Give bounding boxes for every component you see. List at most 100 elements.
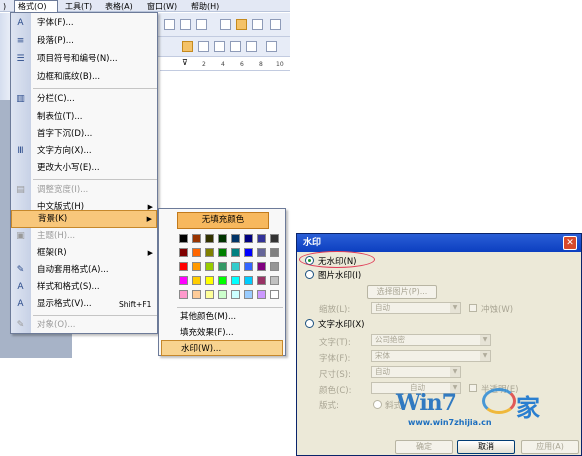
color-swatch[interactable] — [244, 276, 253, 285]
menu-item-styles-formatting[interactable]: A 样式和格式(S)... — [11, 279, 157, 296]
color-swatch[interactable] — [205, 234, 214, 243]
menu-item-text-direction[interactable]: Ⅲ 文字方向(X)... — [11, 143, 157, 160]
line-spacing-icon[interactable] — [266, 41, 277, 52]
font-select[interactable]: 宋体 ▼ — [371, 350, 491, 362]
show-hide-icon[interactable] — [252, 19, 263, 30]
close-icon[interactable]: ✕ — [563, 236, 577, 250]
color-swatch[interactable] — [179, 234, 188, 243]
menu-help[interactable]: 帮助(H) — [188, 1, 222, 12]
color-swatch[interactable] — [179, 276, 188, 285]
menu-item-label: 主题(H)... — [37, 231, 76, 241]
color-swatch[interactable] — [192, 276, 201, 285]
color-swatch[interactable] — [270, 290, 279, 299]
cancel-button[interactable]: 取消 — [457, 440, 515, 454]
menu-item-font[interactable]: A 字体(F)... — [11, 15, 157, 32]
color-swatch[interactable] — [244, 290, 253, 299]
color-swatch[interactable] — [270, 248, 279, 257]
color-swatch[interactable] — [192, 248, 201, 257]
menu-item-reveal-formatting[interactable]: A 显示格式(V)... Shift+F1 — [11, 296, 157, 313]
insert-excel-icon[interactable] — [180, 19, 191, 30]
size-select[interactable]: 自动 ▼ — [371, 366, 461, 378]
color-swatch[interactable] — [231, 248, 240, 257]
fill-effects-item[interactable]: 填充效果(F)... — [161, 325, 283, 341]
layout-label: 版式: — [319, 401, 339, 411]
site-logo: Win7 家 www.win7zhijia.cn — [396, 386, 566, 432]
align-left-icon[interactable] — [182, 41, 193, 52]
zoom-icon[interactable] — [270, 19, 281, 30]
autoformat-icon: ✎ — [16, 265, 25, 275]
picture-watermark-radio[interactable] — [305, 270, 314, 279]
color-swatch[interactable] — [257, 290, 266, 299]
picture-watermark-label[interactable]: 图片水印(I) — [318, 269, 361, 281]
color-swatch[interactable] — [270, 262, 279, 271]
text-select[interactable]: 公司绝密 ▼ — [371, 334, 491, 346]
color-swatch[interactable] — [205, 262, 214, 271]
color-swatch[interactable] — [257, 262, 266, 271]
menu-item-frames[interactable]: 框架(R) ▶ — [11, 245, 157, 262]
washout-checkbox[interactable] — [469, 304, 477, 312]
menu-item-change-case[interactable]: 更改大小写(E)... — [11, 160, 157, 177]
color-swatch[interactable] — [218, 248, 227, 257]
menu-item-background[interactable]: 背景(K) ▶ — [11, 210, 157, 228]
color-swatch[interactable] — [218, 234, 227, 243]
text-watermark-label[interactable]: 文字水印(X) — [318, 318, 364, 330]
color-swatch[interactable] — [192, 262, 201, 271]
color-swatch[interactable] — [179, 248, 188, 257]
menu-item-paragraph[interactable]: ≡ 段落(P)... — [11, 33, 157, 50]
align-center-icon[interactable] — [198, 41, 209, 52]
color-swatch[interactable] — [244, 262, 253, 271]
ruler-tick: 6 — [240, 61, 244, 68]
drawing-icon[interactable] — [220, 19, 231, 30]
color-swatch[interactable] — [192, 234, 201, 243]
select-picture-button[interactable]: 选择图片(P)... — [367, 285, 437, 299]
color-swatch[interactable] — [257, 234, 266, 243]
color-label: 颜色(C): — [319, 386, 352, 396]
no-fill-button[interactable]: 无填充颜色 — [177, 212, 269, 229]
color-swatch[interactable] — [179, 262, 188, 271]
color-swatch[interactable] — [231, 234, 240, 243]
menu-table[interactable]: 表格(A) — [102, 1, 136, 12]
color-swatch[interactable] — [218, 290, 227, 299]
ok-button[interactable]: 确定 — [395, 440, 453, 454]
color-swatch[interactable] — [192, 290, 201, 299]
text-watermark-radio[interactable] — [305, 319, 314, 328]
color-swatch[interactable] — [244, 248, 253, 257]
menu-separator — [33, 179, 157, 180]
menu-separator — [33, 88, 157, 89]
menu-item-columns[interactable]: ▥ 分栏(C)... — [11, 91, 157, 108]
document-map-icon[interactable] — [236, 19, 247, 30]
watermark-item[interactable]: 水印(W)... — [161, 340, 283, 356]
color-swatch[interactable] — [205, 248, 214, 257]
menu-tools[interactable]: 工具(T) — [62, 1, 95, 12]
menu-item-bullets-numbering[interactable]: ☰ 项目符号和编号(N)... — [11, 51, 157, 68]
menu-window[interactable]: 窗口(W) — [144, 1, 180, 12]
distributed-icon[interactable] — [246, 41, 257, 52]
color-swatch[interactable] — [205, 276, 214, 285]
align-right-icon[interactable] — [214, 41, 225, 52]
color-swatch[interactable] — [231, 262, 240, 271]
justify-icon[interactable] — [230, 41, 241, 52]
menu-item-autoformat[interactable]: ✎ 自动套用格式(A)... — [11, 262, 157, 279]
menu-item-borders-shading[interactable]: 边框和底纹(B)... — [11, 69, 157, 86]
color-swatch[interactable] — [231, 276, 240, 285]
more-colors-item[interactable]: 其他颜色(M)... — [161, 309, 283, 325]
indent-marker-icon[interactable]: ⊽ — [182, 58, 188, 67]
menu-item-drop-cap[interactable]: 首字下沉(D)... — [11, 126, 157, 143]
scale-select[interactable]: 自动 ▼ — [371, 302, 461, 314]
columns-icon[interactable] — [196, 19, 207, 30]
menu-item-tabs[interactable]: 制表位(T)... — [11, 109, 157, 126]
color-swatch[interactable] — [270, 234, 279, 243]
color-swatch[interactable] — [257, 276, 266, 285]
color-swatch[interactable] — [270, 276, 279, 285]
color-swatch[interactable] — [218, 276, 227, 285]
color-swatch[interactable] — [231, 290, 240, 299]
apply-button[interactable]: 应用(A) — [521, 440, 579, 454]
diagonal-radio[interactable] — [373, 400, 382, 409]
color-swatch[interactable] — [218, 262, 227, 271]
color-swatch[interactable] — [179, 290, 188, 299]
color-swatch[interactable] — [257, 248, 266, 257]
color-swatch[interactable] — [205, 290, 214, 299]
highlight-ellipse — [299, 251, 375, 268]
color-swatch[interactable] — [244, 234, 253, 243]
insert-table-icon[interactable] — [164, 19, 175, 30]
